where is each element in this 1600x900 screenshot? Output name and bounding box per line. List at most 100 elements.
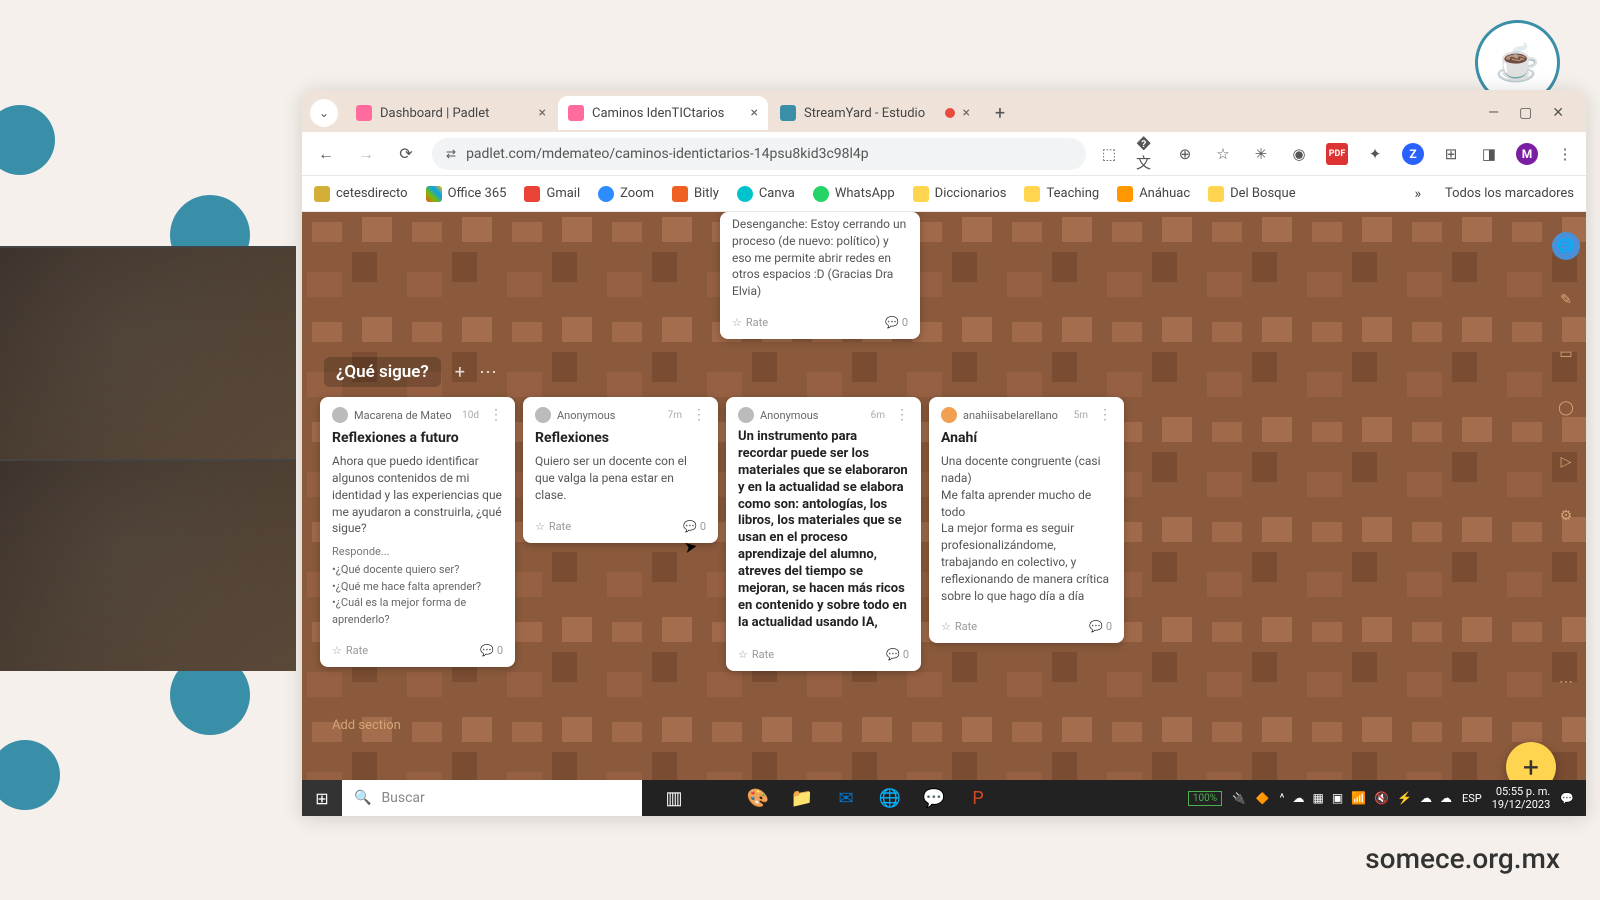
settings-icon[interactable]: ⚙: [1552, 502, 1580, 530]
file-explorer-icon[interactable]: 📁: [782, 780, 822, 816]
extension-icon[interactable]: ✦: [1364, 143, 1386, 165]
decorative-circle: [0, 740, 60, 810]
section-title[interactable]: ¿Qué sigue?: [324, 357, 441, 387]
bookmark-bitly[interactable]: Bitly: [672, 186, 719, 202]
outlook-icon[interactable]: ✉: [826, 780, 866, 816]
padlet-card[interactable]: Anonymous 6m ⋮ Un instrumento para recor…: [726, 397, 921, 671]
bookmark-teaching[interactable]: Teaching: [1024, 186, 1099, 202]
extensions-menu-icon[interactable]: ⊞: [1440, 143, 1462, 165]
rate-button[interactable]: ☆ Rate: [332, 644, 368, 657]
tab-search-button[interactable]: ⌄: [310, 99, 338, 127]
bookmark-star-icon[interactable]: ☆: [1212, 143, 1234, 165]
tab-streamyard[interactable]: StreamYard - Estudio ×: [770, 96, 980, 130]
more-icon[interactable]: ⋯: [1552, 668, 1580, 696]
bookmark-anahuac[interactable]: Anáhuac: [1117, 186, 1190, 202]
back-button[interactable]: ←: [312, 144, 340, 164]
chrome-icon[interactable]: 🌐: [870, 780, 910, 816]
chrome-menu-icon[interactable]: ⋮: [1554, 143, 1576, 165]
reload-button[interactable]: ⟳: [392, 144, 420, 163]
start-button[interactable]: ⊞: [302, 780, 342, 816]
tray-icon[interactable]: ▣: [1332, 791, 1343, 805]
windows-taskbar: ⊞ 🔍 Buscar ▥ 🎨 📁 ✉ 🌐 💬 P 100% 🔌 🔶 ^ ☁ ▦ …: [302, 780, 1586, 816]
add-section-button[interactable]: Add section: [332, 718, 401, 733]
task-view-icon[interactable]: ▥: [654, 780, 694, 816]
zotero-extension-icon[interactable]: Z: [1402, 143, 1424, 165]
close-window-icon[interactable]: ✕: [1552, 105, 1564, 121]
tab-caminos[interactable]: Caminos IdenTICtarios ×: [558, 96, 768, 130]
bookmark-office365[interactable]: Office 365: [426, 186, 507, 202]
side-panel-icon[interactable]: ◨: [1478, 143, 1500, 165]
rate-button[interactable]: ☆ Rate: [738, 648, 774, 661]
share-icon[interactable]: 🌐: [1552, 232, 1580, 260]
padlet-card[interactable]: Desenganche: Estoy cerrando un proceso (…: [720, 212, 920, 339]
bookmark-whatsapp[interactable]: WhatsApp: [813, 186, 895, 202]
all-bookmarks-folder[interactable]: Todos los marcadores: [1439, 186, 1574, 201]
bookmarks-overflow-icon[interactable]: »: [1414, 186, 1421, 202]
activity-icon[interactable]: ◯: [1552, 394, 1580, 422]
pdf-extension-icon[interactable]: PDF: [1326, 143, 1348, 165]
padlet-card[interactable]: Macarena de Mateo 10d ⋮ Reflexiones a fu…: [320, 397, 515, 667]
weather-icon[interactable]: ☁: [1420, 791, 1432, 805]
tray-icon[interactable]: ⚡: [1397, 791, 1412, 805]
power-icon[interactable]: 🔌: [1232, 792, 1246, 805]
new-tab-button[interactable]: +: [986, 99, 1014, 127]
maximize-icon[interactable]: ▢: [1519, 105, 1532, 121]
translate-icon[interactable]: �文: [1136, 143, 1158, 165]
tray-icon[interactable]: ▦: [1312, 791, 1323, 805]
tray-chevron-icon[interactable]: ^: [1279, 791, 1284, 805]
taskbar-clock[interactable]: 05:55 p. m. 19/12/2023: [1492, 785, 1551, 811]
bookmark-diccionarios[interactable]: Diccionarios: [913, 186, 1007, 202]
card-menu-icon[interactable]: ⋮: [1098, 407, 1112, 423]
zoom-icon[interactable]: ⊕: [1174, 143, 1196, 165]
rate-button[interactable]: ☆ Rate: [535, 520, 571, 533]
forward-button[interactable]: →: [352, 144, 380, 164]
tab-dashboard[interactable]: Dashboard | Padlet ×: [346, 96, 556, 130]
bookmark-canva[interactable]: Canva: [737, 186, 795, 202]
powerpoint-icon[interactable]: P: [958, 780, 998, 816]
rate-button[interactable]: ☆ Rate: [732, 316, 768, 329]
weather-icon[interactable]: ☁: [1440, 791, 1452, 805]
rate-button[interactable]: ☆ Rate: [941, 620, 977, 633]
padlet-board[interactable]: 🌐 ✎ ▭ ◯ ▷ ⚙ ⋯ Desenganche: Estoy cerrand…: [302, 212, 1586, 816]
card-menu-icon[interactable]: ⋮: [489, 407, 503, 423]
padlet-card[interactable]: Anonymous 7m ⋮ Reflexiones Quiero ser un…: [523, 397, 718, 543]
comments-count[interactable]: 💬 0: [886, 648, 909, 661]
slideshow-icon[interactable]: ▭: [1552, 340, 1580, 368]
bookmark-cetesdirecto[interactable]: cetesdirecto: [314, 186, 408, 202]
card-menu-icon[interactable]: ⋮: [692, 407, 706, 423]
url-bar[interactable]: ⇄ padlet.com/mdemateo/caminos-identictar…: [432, 138, 1086, 170]
bookmark-gmail[interactable]: Gmail: [524, 186, 580, 202]
battery-indicator[interactable]: 100%: [1188, 791, 1222, 806]
bookmark-delbosque[interactable]: Del Bosque: [1208, 186, 1295, 202]
bookmark-zoom[interactable]: Zoom: [598, 186, 654, 202]
taskbar-search[interactable]: 🔍 Buscar: [342, 780, 642, 816]
minimize-icon[interactable]: —: [1488, 105, 1499, 121]
extension-icon[interactable]: ◉: [1288, 143, 1310, 165]
comments-count[interactable]: 💬 0: [480, 644, 503, 657]
add-post-icon[interactable]: +: [455, 362, 465, 383]
wifi-icon[interactable]: 📶: [1351, 791, 1366, 805]
close-tab-icon[interactable]: ×: [751, 105, 758, 121]
section-menu-icon[interactable]: ⋯: [479, 362, 497, 383]
play-icon[interactable]: ▷: [1552, 448, 1580, 476]
padlet-card[interactable]: anahiisabelarellano 5m ⋮ Anahí Una docen…: [929, 397, 1124, 643]
card-menu-icon[interactable]: ⋮: [895, 407, 909, 423]
volume-icon[interactable]: 🔇: [1374, 791, 1389, 805]
extension-icon[interactable]: ✳: [1250, 143, 1272, 165]
site-info-icon[interactable]: ⇄: [446, 147, 456, 161]
close-tab-icon[interactable]: ×: [539, 105, 546, 121]
comments-count[interactable]: 💬 0: [885, 316, 908, 329]
tray-app-icon[interactable]: 🔶: [1256, 792, 1270, 805]
install-icon[interactable]: ⬚: [1098, 143, 1120, 165]
comments-count[interactable]: 💬 0: [683, 520, 706, 533]
whatsapp-icon[interactable]: 💬: [914, 780, 954, 816]
comments-count[interactable]: 💬 0: [1089, 620, 1112, 633]
close-tab-icon[interactable]: ×: [963, 105, 970, 121]
profile-avatar[interactable]: M: [1516, 143, 1538, 165]
card-time: 5m: [1074, 410, 1088, 421]
notifications-icon[interactable]: 💬: [1560, 792, 1574, 805]
taskbar-app-icon[interactable]: 🎨: [738, 780, 778, 816]
remake-icon[interactable]: ✎: [1552, 286, 1580, 314]
onedrive-icon[interactable]: ☁: [1292, 791, 1304, 805]
language-indicator[interactable]: ESP: [1462, 792, 1482, 805]
